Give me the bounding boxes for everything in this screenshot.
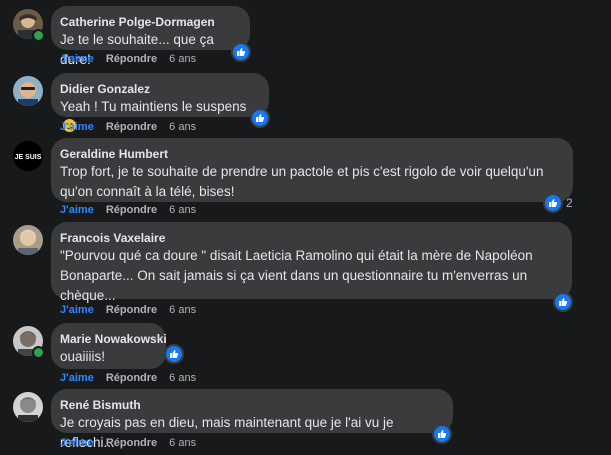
avatar-photo	[13, 225, 43, 255]
reaction-summary[interactable]	[231, 42, 251, 62]
thumbs-up-icon	[432, 424, 452, 444]
comment-timestamp[interactable]: 6 ans	[169, 437, 196, 449]
thumbs-up-icon	[164, 344, 184, 364]
comment-list: Catherine Polge-Dormagen Je te le souhai…	[0, 0, 611, 455]
comment-author[interactable]: Catherine Polge-Dormagen	[60, 14, 238, 30]
like-link[interactable]: J'aime	[60, 204, 94, 216]
comment-actions: J'aime Répondre 6 ans	[60, 437, 196, 449]
like-link[interactable]: J'aime	[60, 121, 94, 133]
comment-actions: J'aime Répondre 6 ans	[60, 121, 196, 133]
reaction-summary[interactable]	[250, 108, 270, 128]
comment-timestamp[interactable]: 6 ans	[169, 121, 196, 133]
comment-bubble: Marie Nowakowski ouaiiiis!	[51, 323, 167, 369]
like-link[interactable]: J'aime	[60, 304, 94, 316]
comment-author[interactable]: René Bismuth	[60, 397, 441, 413]
thumbs-up-icon	[553, 292, 573, 312]
thumbs-up-icon	[231, 42, 251, 62]
reply-link[interactable]: Répondre	[106, 437, 157, 449]
comment-timestamp[interactable]: 6 ans	[169, 53, 196, 65]
reaction-count: 2	[566, 196, 573, 210]
reaction-summary[interactable]: 2	[543, 193, 573, 213]
comment-actions: J'aime Répondre 6 ans	[60, 53, 196, 65]
comment-bubble: Francois Vaxelaire "Pourvou qué ca doure…	[51, 222, 572, 303]
reply-link[interactable]: Répondre	[106, 304, 157, 316]
comment-timestamp[interactable]: 6 ans	[169, 304, 196, 316]
comment-author[interactable]: Francois Vaxelaire	[60, 230, 560, 246]
online-status-dot	[32, 346, 45, 359]
reaction-summary[interactable]	[553, 292, 573, 312]
reply-link[interactable]: Répondre	[106, 204, 157, 216]
avatar-logo-text: JE SUIS	[15, 154, 42, 161]
avatar[interactable]: JE SUIS	[13, 141, 43, 171]
avatar-logo: JE SUIS	[13, 141, 43, 171]
reaction-summary[interactable]	[164, 344, 184, 364]
reply-link[interactable]: Répondre	[106, 53, 157, 65]
reply-link[interactable]: Répondre	[106, 121, 157, 133]
comment-bubble: René Bismuth Je croyais pas en dieu, mai…	[51, 389, 453, 450]
comment-text: Trop fort, je te souhaite de prendre un …	[60, 164, 544, 199]
reaction-summary[interactable]	[432, 424, 452, 444]
thumbs-up-icon	[543, 193, 563, 213]
comment-actions: J'aime Répondre 6 ans	[60, 372, 196, 384]
comment-bubble: Catherine Polge-Dormagen Je te le souhai…	[51, 6, 250, 67]
comment-author[interactable]: Geraldine Humbert	[60, 146, 561, 162]
comment-author[interactable]: Didier Gonzalez	[60, 81, 257, 97]
reply-link[interactable]: Répondre	[106, 372, 157, 384]
comment-author[interactable]: Marie Nowakowski	[60, 331, 167, 347]
comment-text-content: Yeah ! Tu maintiens le suspens	[60, 99, 247, 114]
avatar[interactable]	[13, 76, 43, 106]
thumbs-up-icon	[250, 108, 270, 128]
like-link[interactable]: J'aime	[60, 53, 94, 65]
avatar-photo	[13, 76, 43, 106]
comment-bubble: Geraldine Humbert Trop fort, je te souha…	[51, 138, 573, 202]
comment-bubble: Didier Gonzalez Yeah ! Tu maintiens le s…	[51, 73, 269, 132]
avatar-photo	[13, 392, 43, 422]
avatar[interactable]	[13, 225, 43, 255]
avatar[interactable]	[13, 392, 43, 422]
comment-actions: J'aime Répondre 6 ans	[60, 304, 196, 316]
comment-timestamp[interactable]: 6 ans	[169, 372, 196, 384]
like-link[interactable]: J'aime	[60, 437, 94, 449]
online-status-dot	[32, 29, 45, 42]
comment-actions: J'aime Répondre 6 ans	[60, 204, 196, 216]
comment-timestamp[interactable]: 6 ans	[169, 204, 196, 216]
comment-text: "Pourvou qué ca doure " disait Laeticia …	[60, 248, 533, 303]
like-link[interactable]: J'aime	[60, 372, 94, 384]
comment-text: ouaiiiis!	[60, 349, 106, 364]
